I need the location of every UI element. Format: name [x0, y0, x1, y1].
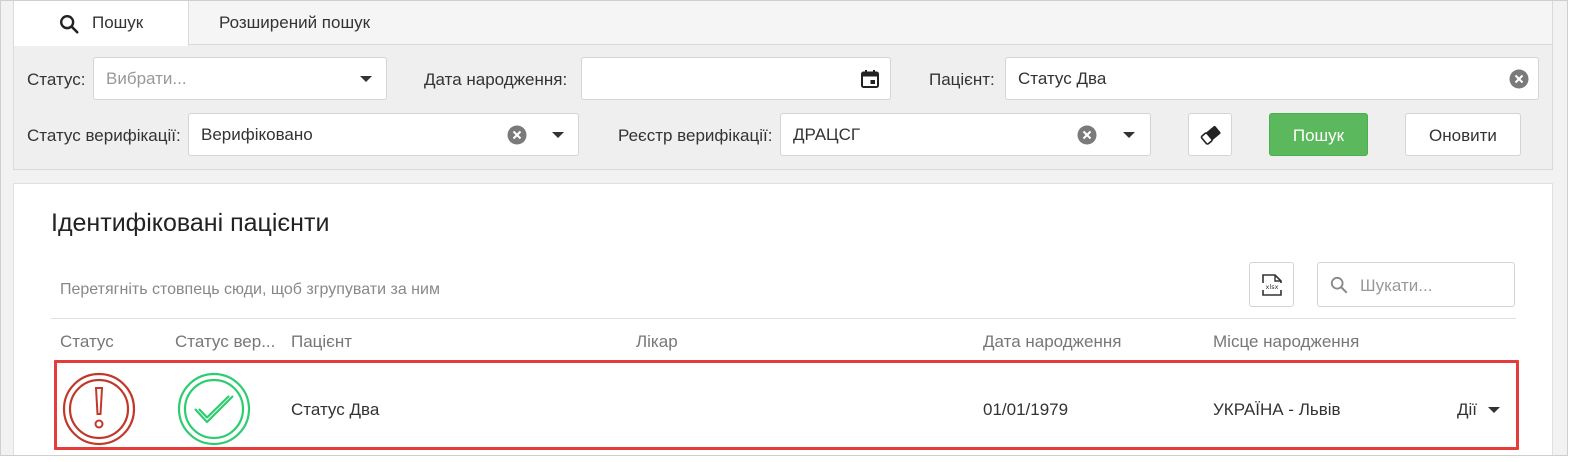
results-panel: Ідентифіковані пацієнти Перетягніть стов… — [13, 183, 1553, 455]
clear-filters-button[interactable] — [1188, 113, 1232, 156]
search-tabs: Пошук Розширений пошук — [14, 1, 1552, 46]
page-title: Ідентифіковані пацієнти — [51, 209, 330, 237]
column-header-birth-date[interactable]: Дата народження — [983, 332, 1121, 352]
refresh-button[interactable]: Оновити — [1405, 113, 1521, 156]
tab-search-label: Пошук — [92, 13, 144, 32]
status-label: Статус: — [27, 70, 86, 89]
patient-input-value: Статус Два — [1018, 69, 1107, 88]
calendar-icon[interactable] — [860, 69, 880, 89]
birth-date-label: Дата народження: — [424, 70, 568, 89]
row-birth-date: 01/01/1979 — [983, 400, 1069, 419]
verification-registry-value: ДРАЦСГ — [793, 125, 861, 144]
alert-circle-icon — [62, 372, 136, 446]
patient-label: Пацієнт: — [929, 70, 995, 89]
chevron-down-icon[interactable] — [1123, 132, 1135, 138]
column-header-status[interactable]: Статус — [60, 332, 114, 352]
app-window: Пошук Розширений пошук Статус: Вибрати..… — [0, 0, 1568, 456]
tab-search[interactable]: Пошук — [14, 1, 189, 46]
search-icon — [1330, 276, 1348, 294]
clear-icon[interactable] — [1509, 69, 1529, 89]
chevron-down-icon — [1488, 407, 1500, 413]
status-select-placeholder: Вибрати... — [106, 69, 187, 88]
column-header-doctor[interactable]: Лікар — [636, 332, 678, 352]
verification-registry-label: Реєстр верифікації: — [618, 126, 773, 145]
group-hint: Перетягніть стовпець сюди, щоб згрупуват… — [60, 281, 440, 298]
clear-icon[interactable] — [1077, 125, 1097, 145]
chevron-down-icon — [360, 76, 372, 82]
check-circle-icon — [177, 372, 251, 446]
verification-status-label: Статус верифікації: — [27, 126, 181, 145]
svg-text:xlsx: xlsx — [1266, 283, 1279, 291]
verification-status-value: Верифіковано — [201, 125, 313, 144]
clear-icon[interactable] — [507, 125, 527, 145]
birth-date-input[interactable] — [581, 57, 891, 100]
filter-panel: Пошук Розширений пошук Статус: Вибрати..… — [13, 1, 1553, 170]
row-actions-label: Дії — [1457, 400, 1478, 419]
grid-search-input[interactable]: Шукати... — [1317, 262, 1515, 307]
column-header-patient[interactable]: Пацієнт — [291, 332, 352, 352]
patient-input[interactable]: Статус Два — [1005, 57, 1539, 100]
verification-registry-select[interactable]: ДРАЦСГ — [780, 113, 1151, 156]
row-patient: Статус Два — [291, 400, 380, 419]
group-panel[interactable]: Перетягніть стовпець сюди, щоб згрупуват… — [51, 262, 1516, 319]
export-xlsx-button[interactable]: xlsx — [1249, 262, 1294, 307]
grid-search-placeholder: Шукати... — [1360, 276, 1433, 295]
column-header-verification-status[interactable]: Статус вер... — [175, 332, 275, 352]
column-header-birth-place[interactable]: Місце народження — [1213, 332, 1359, 352]
xlsx-export-icon: xlsx — [1261, 274, 1283, 296]
chevron-down-icon[interactable] — [552, 132, 564, 138]
row-actions-dropdown[interactable]: Дії — [1457, 400, 1500, 420]
search-icon — [60, 15, 79, 34]
verification-status-select[interactable]: Верифіковано — [188, 113, 579, 156]
status-select[interactable]: Вибрати... — [93, 57, 387, 100]
eraser-icon — [1200, 125, 1221, 145]
row-birth-place: УКРАЇНА - Львів — [1213, 400, 1341, 419]
search-button[interactable]: Пошук — [1269, 113, 1368, 156]
tab-advanced-search[interactable]: Розширений пошук — [219, 1, 370, 45]
